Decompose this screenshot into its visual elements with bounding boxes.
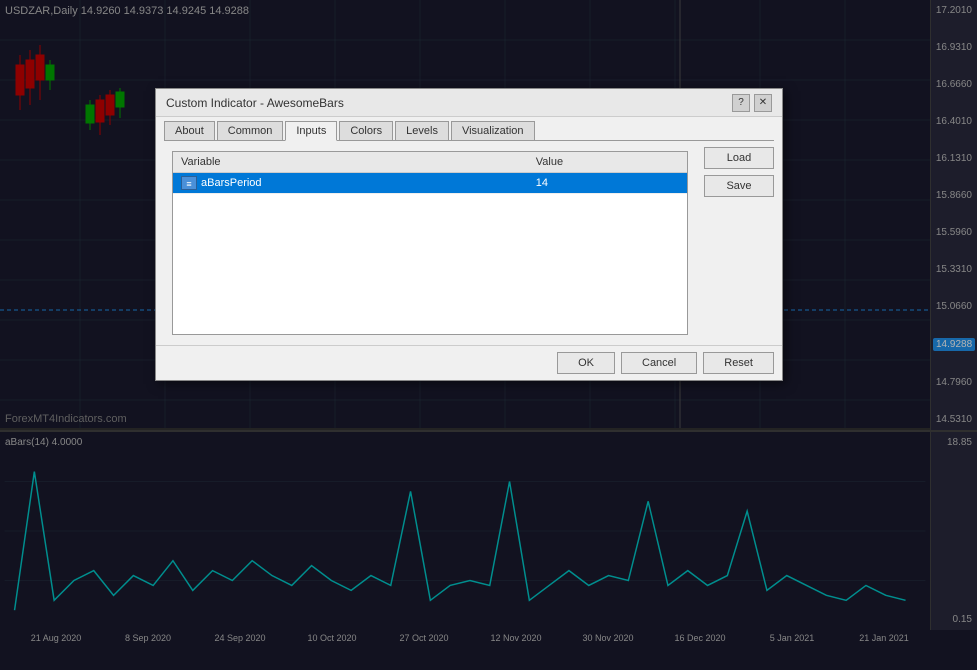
value-header: Value <box>528 152 687 173</box>
close-button[interactable]: ✕ <box>754 94 772 112</box>
dialog-overlay: Custom Indicator - AwesomeBars ? ✕ About… <box>0 0 977 670</box>
ok-button[interactable]: OK <box>557 352 615 374</box>
tab-inputs[interactable]: Inputs <box>285 121 337 141</box>
tab-visualization[interactable]: Visualization <box>451 121 535 140</box>
save-button[interactable]: Save <box>704 175 774 197</box>
table-header: Variable Value <box>173 152 687 173</box>
custom-indicator-dialog: Custom Indicator - AwesomeBars ? ✕ About… <box>155 88 783 381</box>
dialog-title: Custom Indicator - AwesomeBars <box>166 96 344 110</box>
tab-about[interactable]: About <box>164 121 215 140</box>
table-row[interactable]: ≡aBarsPeriod 14 <box>173 173 687 194</box>
help-button[interactable]: ? <box>732 94 750 112</box>
variable-cell: ≡aBarsPeriod <box>173 173 528 194</box>
dialog-controls: ? ✕ <box>732 94 772 112</box>
load-button[interactable]: Load <box>704 147 774 169</box>
reset-button[interactable]: Reset <box>703 352 774 374</box>
value-cell[interactable]: 14 <box>528 173 687 194</box>
tab-levels[interactable]: Levels <box>395 121 449 140</box>
right-buttons: Load Save <box>704 147 774 339</box>
inputs-table: Variable Value ≡aBarsPeriod 14 <box>173 152 687 334</box>
tab-colors[interactable]: Colors <box>339 121 393 140</box>
cancel-button[interactable]: Cancel <box>621 352 697 374</box>
tab-common[interactable]: Common <box>217 121 284 140</box>
dialog-titlebar: Custom Indicator - AwesomeBars ? ✕ <box>156 89 782 117</box>
table-empty-row <box>173 194 687 334</box>
variable-header: Variable <box>173 152 528 173</box>
dialog-footer: OK Cancel Reset <box>156 345 782 380</box>
inputs-table-container: Variable Value ≡aBarsPeriod 14 <box>172 151 688 335</box>
tab-bar: About Common Inputs Colors Levels Visual… <box>156 117 782 140</box>
variable-icon: ≡ <box>181 176 197 190</box>
